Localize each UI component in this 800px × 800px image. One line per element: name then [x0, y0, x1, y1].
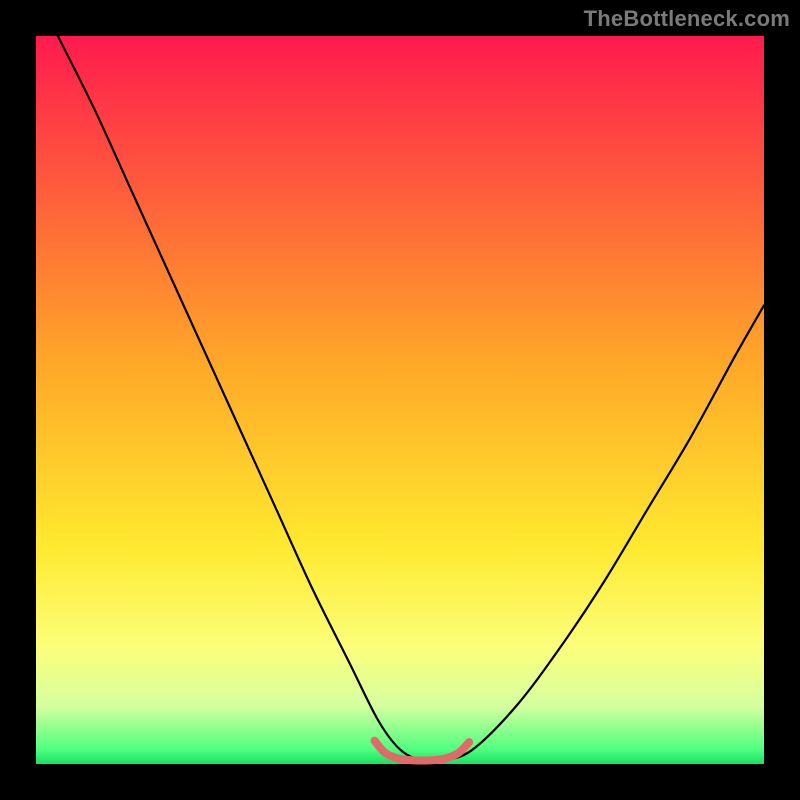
bottleneck-chart [0, 0, 800, 800]
chart-container: TheBottleneck.com [0, 0, 800, 800]
plot-background [36, 36, 764, 764]
